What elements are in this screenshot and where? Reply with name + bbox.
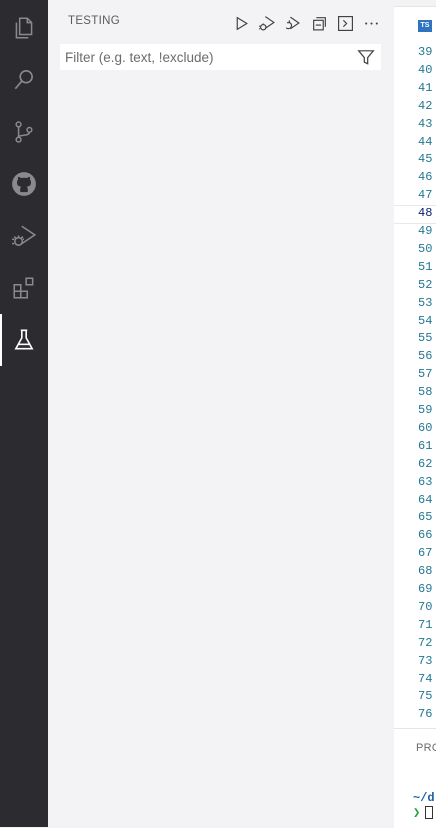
run-tests-icon[interactable] [230,12,252,34]
test-filter-input[interactable] [60,44,350,70]
bottom-panel: PRO ~/d ❯ [394,728,436,828]
panel-tab-problems[interactable]: PRO [416,742,436,754]
source-control-icon[interactable] [0,106,48,158]
editor-tab[interactable]: TS [394,6,436,44]
sidebar-header: TESTING [48,0,394,44]
line-number: 40 [418,62,433,77]
line-number: 46 [418,170,433,185]
show-output-icon[interactable] [334,12,356,34]
files-icon[interactable] [0,2,48,54]
debug-tests-icon[interactable] [256,12,278,34]
line-number: 55 [418,331,433,346]
line-number: 52 [418,277,433,292]
testing-beaker-icon[interactable] [0,314,48,366]
editor-tab-bar: TS [394,0,436,44]
activity-bar [0,0,48,827]
line-number: 75 [418,689,433,704]
line-number: 44 [418,134,433,149]
more-actions-icon[interactable] [360,12,382,34]
filter-icon[interactable] [357,48,375,66]
line-number: 69 [418,582,433,596]
line-number: 59 [418,403,433,417]
line-number: 47 [418,188,433,203]
terminal-prompt: ❯ [413,806,421,820]
line-number: 39 [418,45,433,59]
line-number: 65 [418,510,433,525]
line-number: 49 [418,224,433,238]
line-number: 45 [418,152,433,167]
line-number: 71 [418,617,433,632]
line-number: 74 [418,671,433,686]
sidebar-title: TESTING [68,15,120,27]
line-number: 68 [418,564,433,579]
line-number: 50 [418,241,433,256]
line-number: 67 [418,546,433,561]
typescript-file-icon: TS [418,20,432,32]
line-number: 54 [418,313,433,328]
line-number: 63 [418,474,433,489]
run-debug-icon[interactable] [0,210,48,262]
github-icon[interactable] [0,158,48,210]
terminal-path: ~/d [413,791,435,805]
line-number: 60 [418,420,433,435]
line-number: 41 [418,80,433,95]
line-number: 70 [418,599,433,614]
line-number: 73 [418,653,433,668]
line-number: 53 [418,295,433,310]
search-icon[interactable] [0,54,48,106]
line-number: 76 [418,707,433,722]
filter-box [60,44,381,70]
line-number: 56 [418,349,433,364]
collapse-all-icon[interactable] [308,12,330,34]
line-number: 58 [418,385,433,400]
editor-area: TS 39 40 41 42 43 44 45 46 47 48 49 50 51 52 53 54 55 56 5… [394,0,436,828]
line-number: 57 [418,367,433,382]
line-number: 42 [418,98,433,113]
line-number: 61 [418,438,433,453]
line-number: 66 [418,528,433,543]
run-with-coverage-icon[interactable] [281,12,303,34]
line-number: 62 [418,456,433,471]
extensions-icon[interactable] [0,262,48,314]
line-number: 72 [418,635,433,650]
terminal-cursor[interactable] [425,806,433,819]
line-number: 64 [418,492,433,507]
line-number: 48 [418,206,433,221]
line-number: 51 [418,259,433,274]
testing-sidebar: TESTING [48,0,394,827]
line-number: 43 [418,116,433,131]
